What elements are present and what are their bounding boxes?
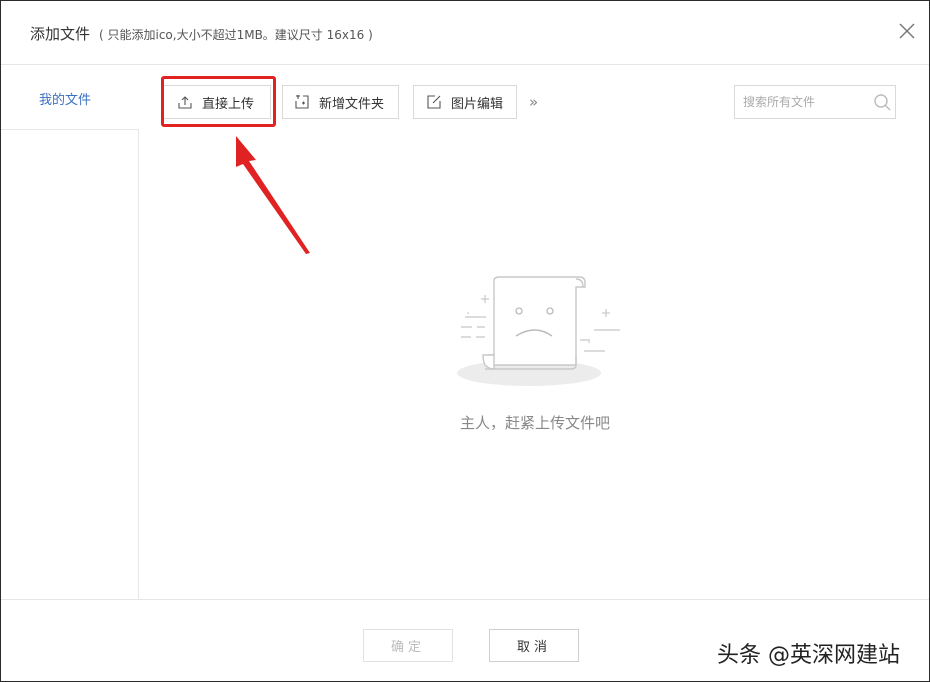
search-icon[interactable]: [873, 93, 891, 111]
new-folder-icon: [295, 95, 309, 109]
double-chevron-right-icon[interactable]: »: [529, 93, 538, 111]
cancel-button[interactable]: 取消: [489, 629, 579, 662]
annotation-arrow: [236, 136, 310, 254]
watermark-text: 头条 @英深网建站: [717, 643, 900, 668]
upload-button-label: 直接上传: [202, 96, 255, 112]
close-icon: [899, 23, 915, 39]
edit-image-button[interactable]: 图片编辑: [413, 85, 517, 119]
edit-image-button-label: 图片编辑: [451, 96, 504, 112]
dialog-subtitle: ( 只能添加ico,大小不超过1MB。建议尺寸 16x16 ): [99, 28, 373, 42]
close-button[interactable]: [896, 20, 918, 42]
search-input[interactable]: [735, 86, 865, 118]
new-folder-button-label: 新增文件夹: [319, 96, 385, 112]
dialog-header: 添加文件 ( 只能添加ico,大小不超过1MB。建议尺寸 16x16 ): [1, 1, 929, 65]
empty-document-icon: [457, 276, 620, 386]
edit-icon: [427, 95, 441, 109]
new-folder-button[interactable]: 新增文件夹: [282, 85, 399, 119]
upload-icon: [178, 95, 192, 109]
dialog-title: 添加文件: [30, 25, 91, 43]
add-file-dialog: 添加文件 ( 只能添加ico,大小不超过1MB。建议尺寸 16x16 ) 我的文…: [0, 0, 930, 682]
empty-state-message: 主人，赶紧上传文件吧: [460, 414, 611, 432]
sidebar-folder-panel: [1, 129, 139, 599]
confirm-button[interactable]: 确定: [363, 629, 453, 662]
sidebar-item-my-files[interactable]: 我的文件: [39, 89, 91, 108]
search-box: [734, 85, 896, 119]
upload-button[interactable]: 直接上传: [163, 85, 271, 119]
